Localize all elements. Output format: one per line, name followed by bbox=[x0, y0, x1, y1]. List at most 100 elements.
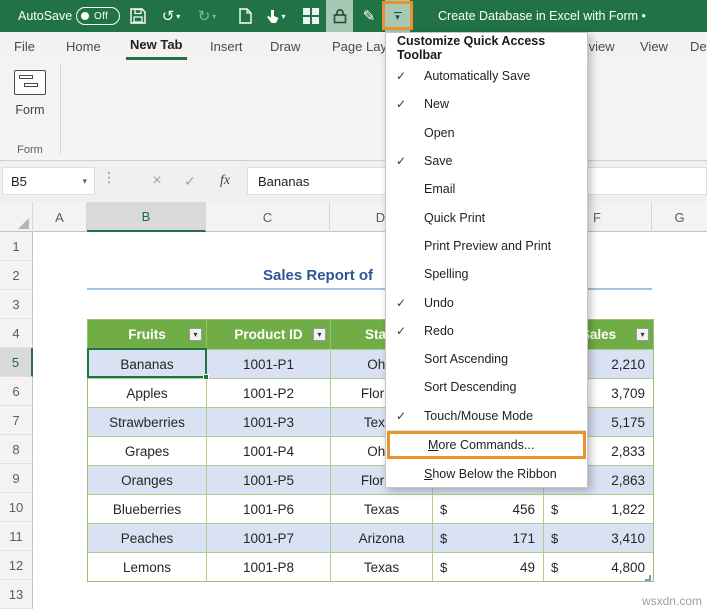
cell-b10[interactable]: Blueberries bbox=[88, 494, 207, 523]
new-document-button[interactable] bbox=[234, 0, 256, 32]
autosave-state-label: Off bbox=[94, 10, 109, 22]
column-header-g[interactable]: G bbox=[652, 202, 707, 232]
insert-function-button[interactable]: fx bbox=[210, 167, 240, 195]
cell-b9[interactable]: Oranges bbox=[88, 465, 207, 494]
menu-item-sort-descending[interactable]: Sort Descending bbox=[386, 373, 587, 401]
filter-dropdown-icon[interactable]: ▾ bbox=[189, 328, 202, 341]
cell-c10[interactable]: 1001-P6 bbox=[207, 494, 331, 523]
column-header-b[interactable]: B bbox=[87, 202, 206, 232]
menu-item-quick-print[interactable]: Quick Print bbox=[386, 203, 587, 231]
ribbon-tab-row: File Home New Tab Insert Draw Page Layou… bbox=[0, 32, 707, 60]
menu-item-touch-mouse-mode[interactable]: ✓ Touch/Mouse Mode bbox=[386, 402, 587, 430]
tab-home[interactable]: Home bbox=[62, 32, 105, 60]
menu-item-more-commands[interactable]: More Commands... bbox=[387, 430, 586, 460]
row-header-5[interactable]: 5 bbox=[0, 348, 33, 377]
column-header-c[interactable]: C bbox=[206, 202, 330, 232]
menu-item-new[interactable]: ✓ New bbox=[386, 90, 587, 118]
row-header-6[interactable]: 6 bbox=[0, 377, 33, 406]
table-resize-handle[interactable] bbox=[645, 575, 651, 581]
tab-new-tab[interactable]: New Tab bbox=[126, 32, 187, 60]
autosave-label: AutoSave bbox=[18, 9, 73, 23]
autosave-toggle[interactable]: Off bbox=[76, 0, 120, 32]
menu-item-print-preview[interactable]: Print Preview and Print bbox=[386, 232, 587, 260]
table-header-fruits[interactable]: Fruits ▾ bbox=[88, 320, 207, 349]
cell-e10[interactable]: $456 bbox=[433, 494, 544, 523]
cell-b7[interactable]: Strawberries bbox=[88, 407, 207, 436]
cancel-entry-button[interactable]: × bbox=[143, 167, 171, 195]
cell-f11[interactable]: $3,410 bbox=[544, 523, 653, 552]
cell-c5[interactable]: 1001-P1 bbox=[207, 349, 331, 378]
cell-d12[interactable]: Texas bbox=[331, 552, 433, 581]
window-title: Create Database in Excel with Form • bbox=[438, 9, 646, 23]
column-header-row: A B C D E F G bbox=[0, 202, 707, 232]
cell-b11[interactable]: Peaches bbox=[88, 523, 207, 552]
confirm-entry-button[interactable]: ✓ bbox=[176, 167, 204, 195]
form-button[interactable]: Form bbox=[8, 66, 52, 138]
redo-button[interactable]: ↻ ▾ bbox=[192, 0, 222, 32]
redo-icon: ↻ bbox=[197, 8, 211, 25]
row-header-1[interactable]: 1 bbox=[0, 232, 33, 261]
menu-item-email[interactable]: Email bbox=[386, 175, 587, 203]
filter-dropdown-icon[interactable]: ▾ bbox=[313, 328, 326, 341]
tab-draw[interactable]: Draw bbox=[266, 32, 304, 60]
row-header-11[interactable]: 11 bbox=[0, 522, 33, 551]
column-header-a[interactable]: A bbox=[33, 202, 87, 232]
undo-dropdown-icon[interactable]: ▾ bbox=[176, 12, 180, 21]
tab-developer[interactable]: Developer bbox=[686, 32, 707, 60]
redo-dropdown-icon: ▾ bbox=[212, 11, 217, 21]
lock-button[interactable] bbox=[326, 0, 353, 32]
customize-qat-button[interactable]: ▾ bbox=[385, 0, 410, 32]
cell-b5[interactable]: Bananas bbox=[88, 349, 207, 378]
cell-b8[interactable]: Grapes bbox=[88, 436, 207, 465]
tab-insert[interactable]: Insert bbox=[206, 32, 247, 60]
save-icon[interactable] bbox=[126, 0, 150, 32]
row-header-3[interactable]: 3 bbox=[0, 290, 33, 319]
cell-c6[interactable]: 1001-P2 bbox=[207, 378, 331, 407]
cell-d11[interactable]: Arizona bbox=[331, 523, 433, 552]
menu-item-open[interactable]: Open bbox=[386, 119, 587, 147]
row-header-4[interactable]: 4 bbox=[0, 319, 33, 348]
menu-item-automatically-save[interactable]: ✓ Automatically Save bbox=[386, 62, 587, 90]
row-header-8[interactable]: 8 bbox=[0, 435, 33, 464]
cell-c9[interactable]: 1001-P5 bbox=[207, 465, 331, 494]
row-header-9[interactable]: 9 bbox=[0, 464, 33, 493]
form-icon bbox=[14, 70, 46, 95]
touch-mouse-mode-button[interactable]: ▾ bbox=[260, 0, 292, 32]
cell-f10[interactable]: $1,822 bbox=[544, 494, 653, 523]
tab-view[interactable]: View bbox=[636, 32, 672, 60]
cell-c11[interactable]: 1001-P7 bbox=[207, 523, 331, 552]
cell-d10[interactable]: Texas bbox=[331, 494, 433, 523]
menu-item-undo[interactable]: ✓ Undo bbox=[386, 288, 587, 316]
cell-c12[interactable]: 1001-P8 bbox=[207, 552, 331, 581]
menu-item-redo[interactable]: ✓ Redo bbox=[386, 317, 587, 345]
menu-item-spelling[interactable]: Spelling bbox=[386, 260, 587, 288]
row-header-2[interactable]: 2 bbox=[0, 261, 33, 290]
cell-e11[interactable]: $171 bbox=[433, 523, 544, 552]
tab-file[interactable]: File bbox=[10, 32, 39, 60]
menu-item-save[interactable]: ✓ Save bbox=[386, 147, 587, 175]
inking-button[interactable]: ✎ bbox=[357, 0, 381, 32]
cell-b6[interactable]: Apples bbox=[88, 378, 207, 407]
cell-e12[interactable]: $49 bbox=[433, 552, 544, 581]
menu-item-show-below-ribbon[interactable]: Show Below the Ribbon bbox=[386, 459, 587, 488]
filter-dropdown-icon[interactable]: ▾ bbox=[636, 328, 649, 341]
row-header-13[interactable]: 13 bbox=[0, 580, 33, 609]
row-header-10[interactable]: 10 bbox=[0, 493, 33, 522]
name-box[interactable]: B5 ▾ bbox=[2, 167, 95, 195]
floppy-icon bbox=[130, 8, 146, 24]
select-all-button[interactable] bbox=[0, 202, 33, 232]
name-box-dropdown-icon[interactable]: ▾ bbox=[82, 176, 87, 187]
grid-view-button[interactable] bbox=[298, 0, 324, 32]
cell-b12[interactable]: Lemons bbox=[88, 552, 207, 581]
cell-c7[interactable]: 1001-P3 bbox=[207, 407, 331, 436]
table-header-product-id[interactable]: Product ID ▾ bbox=[207, 320, 331, 349]
cell-c8[interactable]: 1001-P4 bbox=[207, 436, 331, 465]
formula-value: Bananas bbox=[258, 173, 310, 189]
autosave-toggle-pill: Off bbox=[76, 7, 120, 25]
row-header-12[interactable]: 12 bbox=[0, 551, 33, 580]
row-header-7[interactable]: 7 bbox=[0, 406, 33, 435]
cell-f12[interactable]: $4,800 bbox=[544, 552, 653, 581]
undo-button[interactable]: ↺ ▾ bbox=[156, 0, 186, 32]
touch-dropdown-icon[interactable]: ▾ bbox=[281, 12, 285, 21]
menu-item-sort-ascending[interactable]: Sort Ascending bbox=[386, 345, 587, 373]
